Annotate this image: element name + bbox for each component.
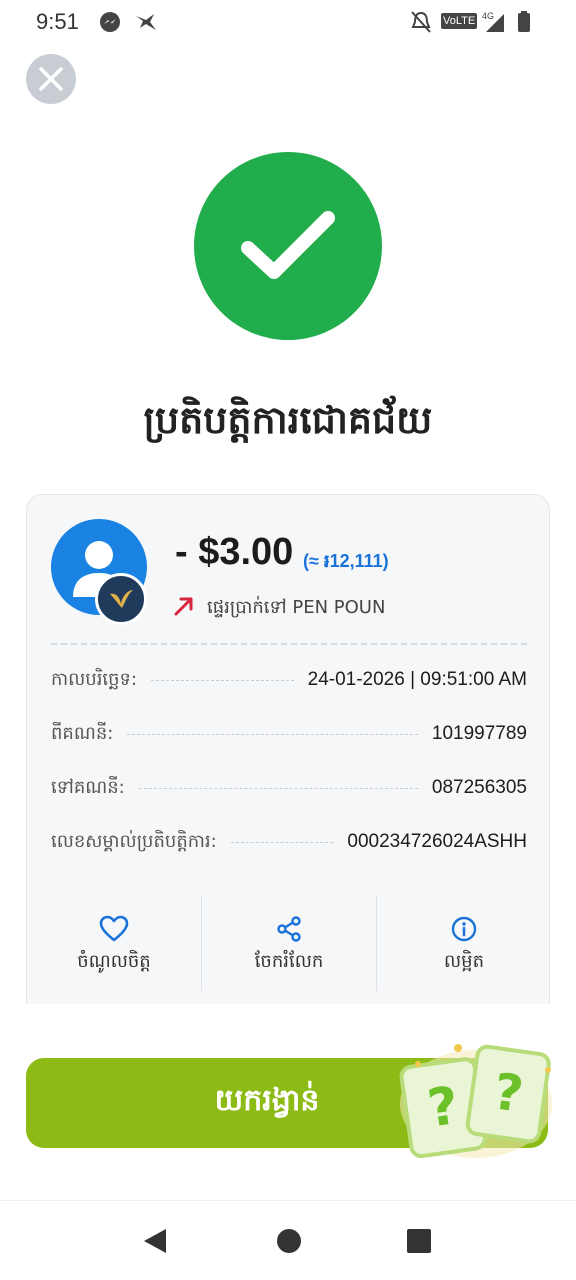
action-bar: ចំណូលចិត្ត ចែករំលែក លម្អិត <box>27 895 551 995</box>
amount: - $3.00 <box>175 531 294 573</box>
bell-off-icon <box>410 10 432 38</box>
details-button[interactable]: លម្អិត <box>377 895 551 995</box>
back-icon[interactable] <box>142 1227 168 1259</box>
transfer-recipient: ផ្ទេរប្រាក់ទៅ PEN POUN <box>207 597 386 618</box>
detail-row-to-account: ទៅគណនី: 087256305 <box>51 773 527 803</box>
recents-icon[interactable] <box>406 1227 432 1259</box>
status-bar: 9:51 VoLTE 4G <box>0 0 576 46</box>
favorite-button[interactable]: ចំណូលចិត្ត <box>27 895 201 995</box>
amount-khr: (≈ ៛12,111) <box>303 551 389 571</box>
share-label: ចែករំលែក <box>254 950 324 972</box>
heart-icon <box>99 915 129 941</box>
messenger-icon <box>98 10 122 38</box>
detail-label: កាលបរិច្ឆេទ: <box>51 668 138 690</box>
claim-reward-label: យករង្វាន់ <box>214 1083 320 1118</box>
battery-icon <box>516 10 532 38</box>
detail-row-transaction-id: លេខសម្គាល់ប្រតិបត្តិការ: 000234726024ASH… <box>51 827 527 857</box>
volte-icon: VoLTE <box>441 13 478 29</box>
mystery-card-icon: ? ? <box>398 1040 554 1160</box>
favorite-label: ចំណូលចិត្ត <box>77 950 151 972</box>
status-time: 9:51 <box>36 9 79 34</box>
detail-value: 101997789 <box>431 723 527 744</box>
dotted-leader <box>230 841 334 843</box>
checkmark-icon <box>241 211 335 279</box>
divider <box>51 643 527 645</box>
detail-label: ទៅគណនី: <box>51 776 125 798</box>
detail-label: លេខសម្គាល់ប្រតិបត្តិការ: <box>51 830 217 852</box>
share-button[interactable]: ចែករំលែក <box>202 895 376 995</box>
info-icon <box>451 916 477 941</box>
signal-icon: 4G <box>478 10 506 38</box>
bird-icon <box>134 10 158 38</box>
success-badge <box>194 152 382 340</box>
svg-text:4G: 4G <box>482 11 494 21</box>
dotted-leader <box>138 787 418 789</box>
detail-row-date: កាលបរិច្ឆេទ: 24-01-2026 | 09:51:00 AM <box>51 665 527 695</box>
close-button[interactable] <box>26 54 76 104</box>
page-title: ប្រតិបត្តិការជោគជ័យ <box>143 398 433 442</box>
navigation-bar <box>0 1200 576 1280</box>
details-label: លម្អិត <box>444 950 484 972</box>
home-icon[interactable] <box>276 1227 302 1259</box>
dotted-leader <box>151 679 294 681</box>
dotted-leader <box>127 733 418 735</box>
share-icon <box>277 915 301 942</box>
detail-value: 24-01-2026 | 09:51:00 AM <box>307 669 527 690</box>
close-icon <box>39 67 63 91</box>
detail-value: 087256305 <box>431 777 527 798</box>
transaction-card: - $3.00 (≈ ៛12,111) ផ្ទេរប្រាក់ទៅ PEN PO… <box>26 494 550 1004</box>
detail-value: 000234726024ASHH <box>347 831 527 852</box>
bank-logo-icon <box>95 573 147 625</box>
outgoing-arrow-icon <box>173 595 195 621</box>
detail-row-from-account: ពីគណនី: 101997789 <box>51 719 527 749</box>
detail-label: ពីគណនី: <box>51 722 114 744</box>
